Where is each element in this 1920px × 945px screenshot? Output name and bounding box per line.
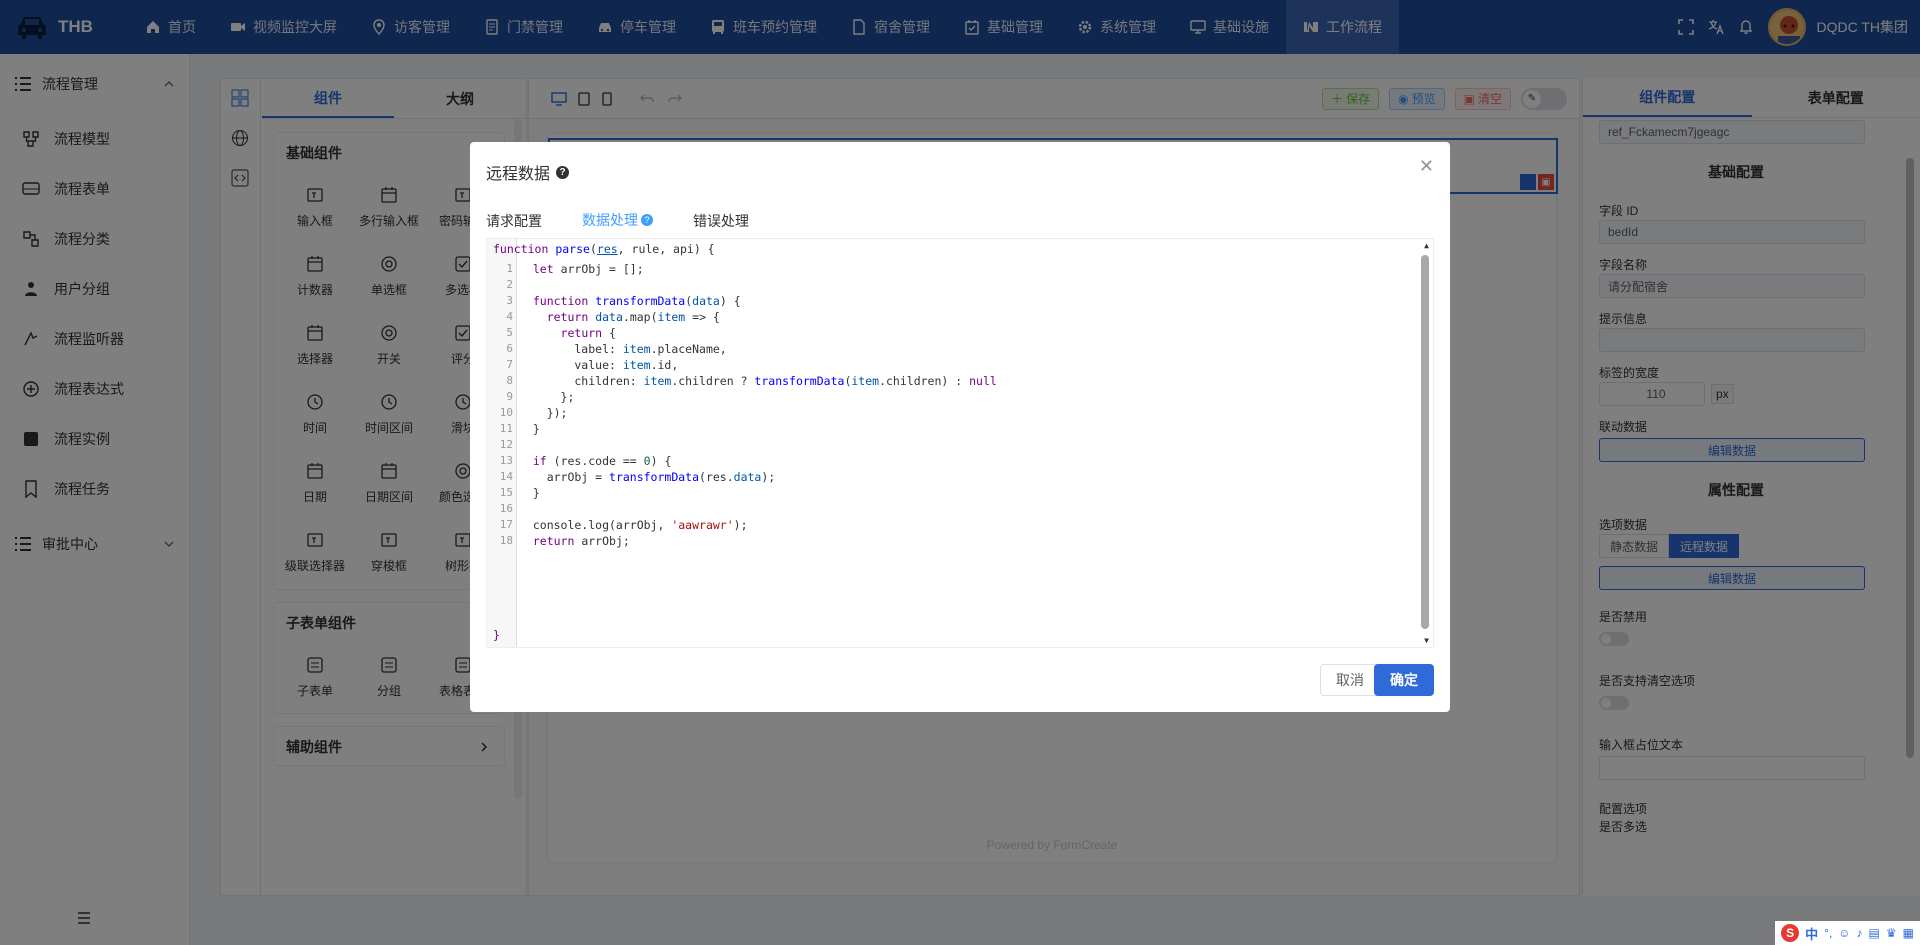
ime-mode[interactable]: 中 xyxy=(1805,924,1818,943)
line-number: 3 xyxy=(506,294,513,307)
code-line: if (res.code == 0) { xyxy=(532,454,672,468)
dialog-tabs: 请求配置 数据处理? 错误处理 xyxy=(486,202,1434,240)
code-editor[interactable]: function parse(res, rule, api) { 1 let ar… xyxy=(486,238,1434,648)
help-icon[interactable]: ? xyxy=(556,165,570,179)
microphone-icon[interactable]: ♪ xyxy=(1857,926,1863,940)
tab-error-handling-label: 错误处理 xyxy=(693,213,749,229)
line-number: 13 xyxy=(499,454,513,467)
confirm-button[interactable]: 确定 xyxy=(1374,664,1434,696)
code-line: }); xyxy=(519,406,568,420)
line-number: 12 xyxy=(499,438,513,451)
code-line: return arrObj; xyxy=(532,534,630,548)
ime-toolbar: S 中 °, ☺ ♪ ▤ ♛ ▦ xyxy=(1775,921,1920,945)
code-line: arrObj = transformData(res.data); xyxy=(519,470,776,484)
code-line: } xyxy=(519,422,540,436)
line-number: 15 xyxy=(499,486,513,499)
line-number: 17 xyxy=(499,518,513,531)
code-line: label: item.placeName, xyxy=(519,342,727,356)
code-line: return { xyxy=(560,326,616,340)
tab-data-processing[interactable]: 数据处理? xyxy=(582,202,669,240)
sogou-icon[interactable]: S xyxy=(1781,924,1800,942)
line-number: 2 xyxy=(506,278,513,291)
close-icon[interactable]: ✕ xyxy=(1419,156,1434,177)
code-header-line: function parse(res, rule, api) { xyxy=(493,242,715,256)
tab-request-config[interactable]: 请求配置 xyxy=(486,202,558,240)
line-number: 8 xyxy=(506,374,513,387)
scroll-down-icon[interactable]: ▼ xyxy=(1424,636,1429,645)
line-number: 10 xyxy=(499,406,513,419)
code-content[interactable]: function parse(res, rule, api) { 1 let ar… xyxy=(487,239,1433,647)
skin-icon[interactable]: ♛ xyxy=(1886,926,1897,940)
keyboard-icon[interactable]: ▤ xyxy=(1869,926,1880,940)
code-footer-line: } xyxy=(493,628,500,642)
line-number: 6 xyxy=(506,342,513,355)
editor-scrollbar[interactable] xyxy=(1421,255,1429,629)
code-line: children: item.children ? transformData(… xyxy=(519,374,997,388)
help-icon[interactable]: ? xyxy=(641,214,653,226)
remote-data-dialog: 远程数据 ? ✕ 请求配置 数据处理? 错误处理 function parse(… xyxy=(470,142,1450,712)
tab-error-handling[interactable]: 错误处理 xyxy=(693,202,765,240)
line-number: 14 xyxy=(499,470,513,483)
line-number: 11 xyxy=(499,422,513,435)
code-line: let arrObj = []; xyxy=(532,262,644,276)
code-line: console.log(arrObj, 'aawrawr'); xyxy=(519,518,748,532)
code-line: } xyxy=(519,486,540,500)
punctuation-icon[interactable]: °, xyxy=(1824,926,1832,940)
line-number: 7 xyxy=(506,358,513,371)
scroll-up-icon[interactable]: ▲ xyxy=(1424,241,1429,250)
line-number: 16 xyxy=(499,502,513,515)
code-line: return data.map(item => { xyxy=(546,310,720,324)
line-number: 9 xyxy=(506,390,513,403)
line-number: 1 xyxy=(506,262,513,275)
emoji-icon[interactable]: ☺ xyxy=(1838,926,1850,940)
tab-data-processing-label: 数据处理 xyxy=(582,212,638,228)
code-line: value: item.id, xyxy=(519,358,679,372)
line-number: 4 xyxy=(506,310,513,323)
tab-request-config-label: 请求配置 xyxy=(486,213,542,229)
dialog-title: 远程数据 ? xyxy=(486,160,570,184)
line-number: 18 xyxy=(499,534,513,547)
code-line: }; xyxy=(519,390,575,404)
dialog-title-text: 远程数据 xyxy=(486,166,551,183)
cancel-button[interactable]: 取消 xyxy=(1320,664,1380,696)
code-line: function transformData(data) { xyxy=(532,294,741,308)
line-number: 5 xyxy=(506,326,513,339)
toolbox-icon[interactable]: ▦ xyxy=(1903,926,1914,940)
